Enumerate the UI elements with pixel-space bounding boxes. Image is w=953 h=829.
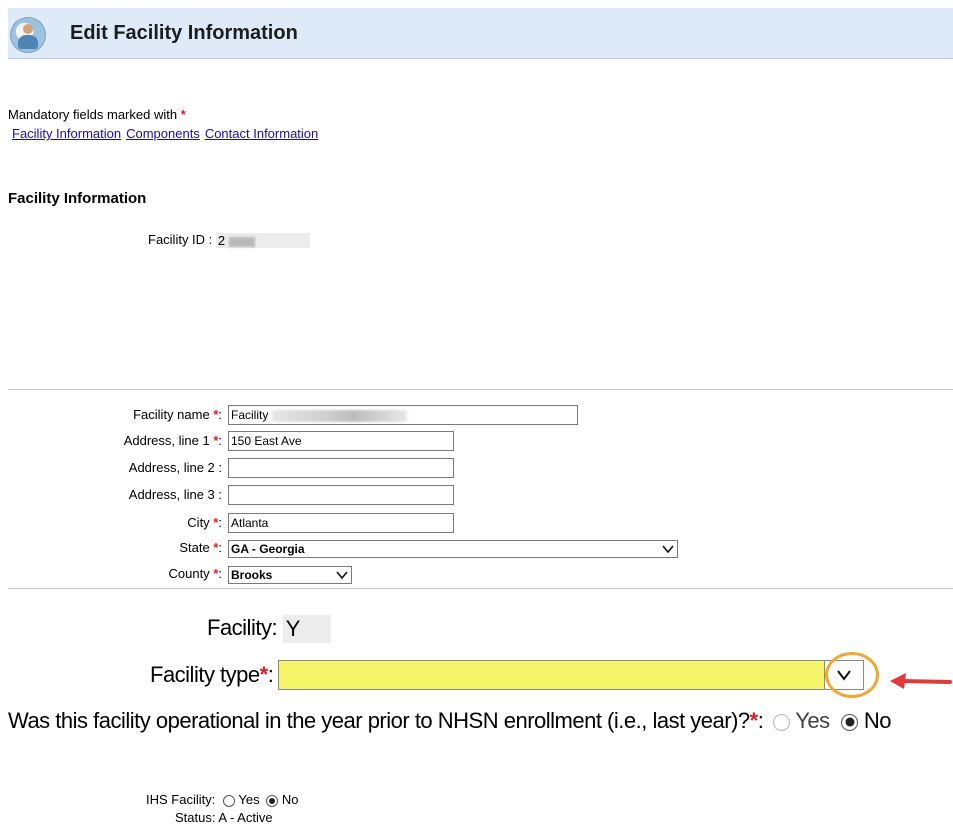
- page-header: Edit Facility Information: [8, 8, 953, 59]
- operational-yes-radio[interactable]: [772, 713, 790, 731]
- section-links: Facility Information Components Contact In…: [12, 126, 323, 141]
- operational-no-radio[interactable]: [841, 713, 859, 731]
- status-label: Status:: [175, 810, 216, 825]
- facility-type-label: Facility type*:: [150, 662, 274, 687]
- facility-id-label: Facility ID :: [148, 232, 213, 247]
- link-facility-information[interactable]: Facility Information: [12, 126, 121, 141]
- status-row: Status: A - Active: [175, 810, 273, 825]
- operational-question-row: Was this facility operational in the yea…: [8, 708, 892, 733]
- county-label: County *:: [168, 566, 222, 581]
- address-line1-input[interactable]: 150 East Ave: [228, 431, 454, 451]
- ihs-yes-radio[interactable]: [222, 794, 235, 807]
- ihs-no-radio[interactable]: [266, 794, 279, 807]
- facility-id-row: Facility ID : 2: [148, 232, 310, 249]
- user-globe-icon: [10, 17, 46, 53]
- mandatory-note: Mandatory fields marked with *: [8, 107, 186, 122]
- ihs-facility-label: IHS Facility:: [146, 792, 216, 807]
- status-value: A - Active: [218, 810, 273, 825]
- facility-flag-label: Facility:: [207, 615, 278, 640]
- address-line3-input[interactable]: [228, 485, 454, 505]
- operational-question: Was this facility operational in the yea…: [8, 708, 750, 733]
- address-line2-input[interactable]: [228, 458, 454, 478]
- divider-top: [8, 389, 953, 390]
- city-label: City *:: [187, 515, 222, 530]
- state-select[interactable]: GA - Georgia: [228, 540, 678, 558]
- required-star-icon: *: [749, 708, 759, 733]
- red-arrow-icon: [890, 673, 952, 689]
- required-star-icon: *: [180, 107, 186, 122]
- highlight-circle: [825, 652, 879, 698]
- ihs-no-label: No: [281, 792, 299, 807]
- link-components[interactable]: Components: [126, 126, 200, 141]
- facility-name-input[interactable]: Facility: [228, 405, 578, 425]
- county-select[interactable]: Brooks: [228, 566, 352, 584]
- ihs-yes-label: Yes: [238, 792, 260, 807]
- facility-name-label: Facility name *:: [133, 407, 222, 422]
- address-line3-label: Address, line 3 :: [128, 487, 222, 502]
- facility-flag-value: Y: [282, 615, 331, 644]
- state-label: State *:: [179, 540, 222, 555]
- facility-id-value: 2: [215, 233, 310, 249]
- operational-no-label: No: [863, 708, 892, 733]
- divider-bottom: [8, 588, 953, 589]
- section-title: Facility Information: [8, 190, 147, 207]
- page-title: Edit Facility Information: [70, 22, 298, 44]
- required-star-icon: *: [259, 662, 269, 687]
- mandatory-text: Mandatory fields marked with: [8, 107, 178, 122]
- address-line1-label: Address, line 1 *:: [123, 433, 222, 448]
- city-input[interactable]: Atlanta: [228, 513, 454, 533]
- facility-type-select[interactable]: [278, 660, 864, 690]
- chevron-down-icon: [662, 545, 674, 554]
- operational-yes-label: Yes: [795, 708, 830, 733]
- link-contact-information[interactable]: Contact Information: [205, 126, 318, 141]
- address-line2-label: Address, line 2 :: [128, 460, 222, 475]
- facility-flag-row: Facility: Y: [207, 615, 331, 644]
- ihs-facility-row: IHS Facility: Yes No: [146, 792, 298, 807]
- chevron-down-icon: [336, 571, 348, 580]
